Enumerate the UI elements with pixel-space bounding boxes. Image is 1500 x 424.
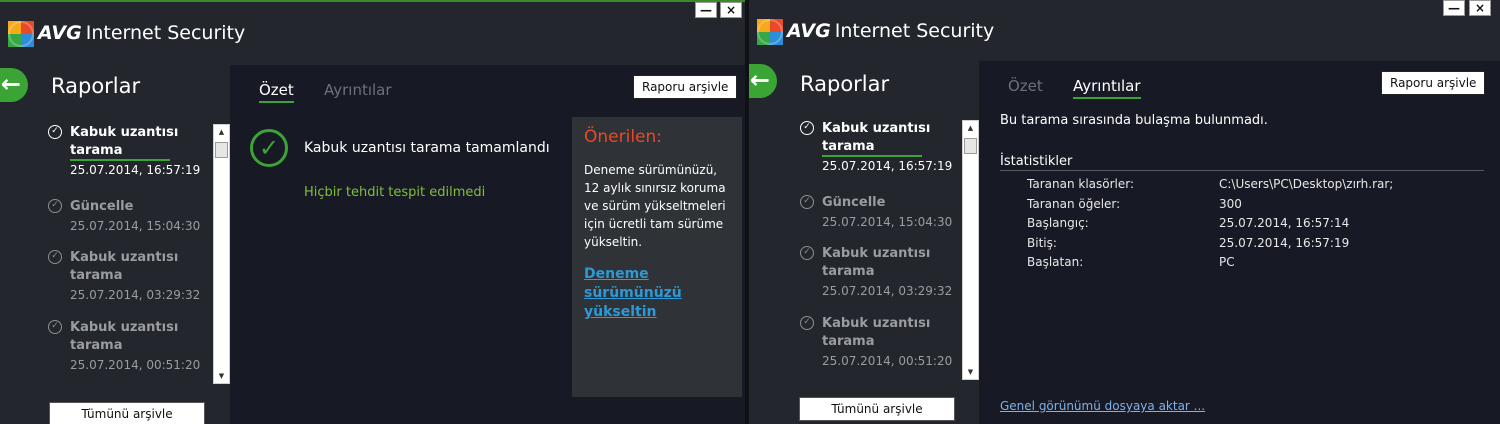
export-overview-link[interactable]: Genel görünümü dosyaya aktar ...: [1000, 399, 1205, 413]
check-circle-icon: ✓: [48, 125, 62, 139]
close-button[interactable]: ×: [1469, 0, 1491, 16]
tab-summary[interactable]: Özet: [259, 81, 294, 103]
stat-label: Başlatan:: [1027, 255, 1084, 269]
report-name: Kabuk uzantısı tarama: [822, 316, 931, 349]
archive-report-button[interactable]: Raporu arşivle: [633, 75, 738, 99]
report-date: 25.07.2014, 15:04:30: [822, 215, 953, 229]
app-title: AVG Internet Security: [38, 22, 246, 44]
selection-underline: [822, 155, 922, 157]
scroll-up-icon[interactable]: ▲: [214, 125, 229, 139]
recommendation-text: Deneme sürümünüzü, 12 aylık sınırsız kor…: [584, 163, 726, 249]
scan-summary-title: Kabuk uzantısı tarama tamamlandı: [304, 140, 550, 156]
report-item[interactable]: ✓ Güncelle 25.07.2014, 15:04:30: [800, 194, 965, 241]
avg-window-details: AVG Internet Security — × ← Raporlar ✓ Ka…: [749, 0, 1500, 424]
check-circle-icon: ✓: [800, 316, 814, 330]
report-name: Kabuk uzantısı tarama: [822, 121, 931, 154]
report-name: Güncelle: [70, 199, 134, 214]
report-item[interactable]: ✓ Kabuk uzantısı tarama 25.07.2014, 00:5…: [800, 315, 965, 380]
report-date: 25.07.2014, 16:57:19: [70, 163, 201, 177]
check-circle-icon: ✓: [800, 121, 814, 135]
recommendation-box: Önerilen: Deneme sürümünüzü, 12 aylık sı…: [572, 117, 742, 397]
statistics-heading: İstatistikler: [1000, 154, 1484, 171]
stat-value: 25.07.2014, 16:57:19: [1219, 235, 1350, 250]
tab-summary[interactable]: Özet: [1008, 77, 1043, 97]
scroll-down-icon[interactable]: ▼: [963, 365, 978, 379]
stat-label: Başlangıç:: [1027, 216, 1089, 230]
avg-window-summary: AVG Internet Security — × ← Raporlar ✓ Ka…: [0, 0, 745, 424]
scroll-down-icon[interactable]: ▼: [214, 369, 229, 383]
stat-value: C:\Users\PC\Desktop\zırh.rar;: [1219, 177, 1394, 191]
back-arrow-icon[interactable]: ←: [0, 68, 28, 102]
report-list-scrollbar[interactable]: ▲ ▼: [213, 124, 230, 384]
report-main-panel: Özet Ayrıntılar Raporu arşivle Bu tarama…: [979, 61, 1500, 424]
report-date: 25.07.2014, 00:51:20: [822, 354, 953, 368]
report-date: 25.07.2014, 03:29:32: [70, 288, 201, 302]
stat-label: Taranan öğeler:: [1027, 196, 1121, 211]
report-list: ✓ Kabuk uzantısı tarama 25.07.2014, 16:5…: [800, 120, 965, 380]
report-item[interactable]: ✓ Kabuk uzantısı tarama 25.07.2014, 03:2…: [48, 245, 213, 319]
check-circle-icon: ✓: [48, 199, 62, 213]
stat-label: Taranan klasörler:: [1027, 177, 1135, 191]
page-title: Raporlar: [800, 72, 890, 96]
report-item[interactable]: ✓ Kabuk uzantısı tarama 25.07.2014, 16:5…: [800, 120, 965, 194]
archive-all-button[interactable]: Tümünü arşivle: [49, 402, 205, 424]
check-circle-large-icon: ✓: [250, 129, 288, 167]
report-date: 25.07.2014, 15:04:30: [70, 219, 201, 233]
stat-value: PC: [1219, 255, 1235, 269]
scan-status: Hiçbir tehdit tespit edilmedi: [304, 185, 486, 200]
report-item[interactable]: ✓ Kabuk uzantısı tarama 25.07.2014, 03:2…: [800, 241, 965, 315]
check-circle-icon: ✓: [48, 320, 62, 334]
scroll-thumb[interactable]: [964, 138, 977, 154]
report-list: ✓ Kabuk uzantısı tarama 25.07.2014, 16:5…: [48, 124, 213, 384]
report-item[interactable]: ✓ Kabuk uzantısı tarama 25.07.2014, 16:5…: [48, 124, 213, 198]
check-circle-icon: ✓: [800, 246, 814, 260]
report-date: 25.07.2014, 00:51:20: [70, 358, 201, 372]
report-name: Kabuk uzantısı tarama: [70, 250, 179, 283]
scroll-up-icon[interactable]: ▲: [963, 121, 978, 135]
tab-details[interactable]: Ayrıntılar: [324, 81, 392, 101]
minimize-button[interactable]: —: [1443, 0, 1465, 16]
report-list-scrollbar[interactable]: ▲ ▼: [962, 120, 979, 380]
stat-label: Bitiş:: [1027, 235, 1057, 250]
back-arrow-icon[interactable]: ←: [749, 64, 777, 98]
report-item[interactable]: ✓ Güncelle 25.07.2014, 15:04:30: [48, 198, 213, 245]
tab-details[interactable]: Ayrıntılar: [1073, 77, 1141, 99]
stat-value: 300: [1219, 196, 1242, 211]
stat-value: 25.07.2014, 16:57:14: [1219, 216, 1350, 230]
page-title: Raporlar: [51, 74, 141, 98]
check-circle-icon: ✓: [800, 195, 814, 209]
check-circle-icon: ✓: [48, 250, 62, 264]
scroll-thumb[interactable]: [215, 142, 228, 158]
report-date: 25.07.2014, 03:29:32: [822, 284, 953, 298]
app-title: AVG Internet Security: [787, 20, 995, 42]
archive-all-button[interactable]: Tümünü arşivle: [799, 397, 955, 421]
report-name: Kabuk uzantısı tarama: [70, 320, 179, 353]
selection-underline: [70, 159, 170, 161]
report-name: Güncelle: [822, 195, 886, 210]
recommendation-title: Önerilen:: [584, 127, 663, 147]
upgrade-link[interactable]: Deneme sürümünüzü yükseltin: [584, 265, 730, 322]
report-name: Kabuk uzantısı tarama: [822, 246, 931, 279]
report-item[interactable]: ✓ Kabuk uzantısı tarama 25.07.2014, 00:5…: [48, 319, 213, 384]
archive-report-button[interactable]: Raporu arşivle: [1381, 71, 1486, 95]
avg-logo-icon: [8, 21, 34, 47]
report-main-panel: Özet Ayrıntılar Raporu arşivle ✓ Kabuk u…: [230, 65, 745, 424]
details-message: Bu tarama sırasında bulaşma bulunmadı.: [1000, 113, 1268, 128]
minimize-button[interactable]: —: [695, 2, 717, 18]
report-date: 25.07.2014, 16:57:19: [822, 159, 953, 173]
avg-logo-icon: [757, 19, 783, 45]
close-button[interactable]: ×: [720, 2, 742, 18]
report-name: Kabuk uzantısı tarama: [70, 125, 179, 158]
